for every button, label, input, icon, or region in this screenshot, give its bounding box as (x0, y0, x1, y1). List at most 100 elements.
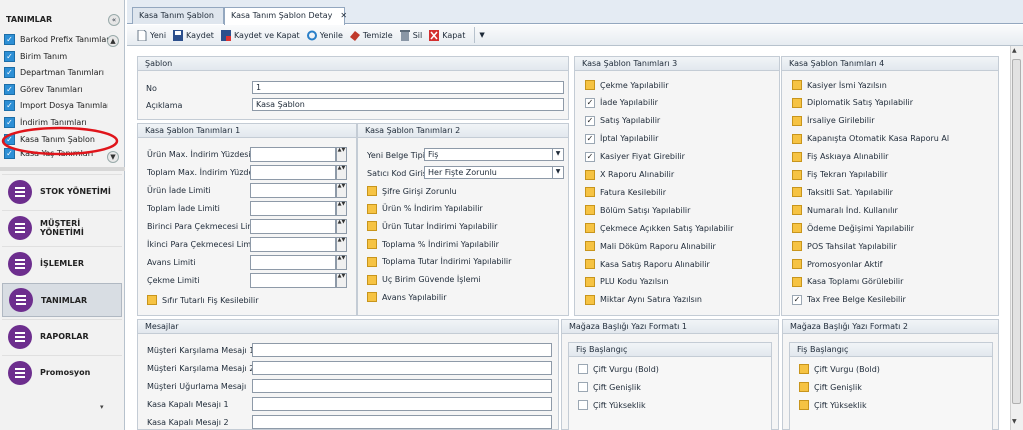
checkbox-item[interactable]: ✓ Kasiyer Fiyat Girebilir (585, 151, 685, 162)
spinner-icon[interactable]: ▲▼ (336, 201, 347, 216)
clear-button[interactable]: Temizle (349, 30, 393, 41)
spinner-icon[interactable]: ▲▼ (336, 273, 347, 288)
checkbox-item[interactable]: Toplama % İndirimi Yapılabilir (367, 239, 499, 250)
checkbox-item[interactable]: Ürün % İndirim Yapılabilir (367, 203, 483, 214)
sidebar-item-import[interactable]: ✓ Import Dosya Tanımları (4, 98, 108, 113)
scroll-up-icon[interactable]: ▲ (107, 35, 119, 47)
no-input[interactable]: 1 (252, 81, 564, 94)
checkbox-item[interactable]: Promosyonlar Aktif (792, 259, 882, 269)
refresh-button[interactable]: Yenile (306, 30, 343, 41)
checkbox-item[interactable]: ✓ İptal Yapılabilir (585, 133, 659, 144)
checkbox-item[interactable]: ✓ Satış Yapılabilir (585, 115, 660, 126)
doc-type-select[interactable]: Fiş ▼ (424, 148, 564, 161)
nav-tanimlar[interactable]: TANIMLAR (2, 283, 122, 317)
checkbox-item[interactable]: Toplama Tutar İndirimi Yapılabilir (367, 256, 511, 267)
save-button[interactable]: Kaydet (173, 29, 214, 41)
close-button[interactable]: Kapat (429, 29, 465, 41)
checkbox-item[interactable]: ✓ Tax Free Belge Kesilebilir (792, 294, 906, 305)
checkbox-item[interactable]: Ödeme Değişimi Yapılabilir (792, 223, 914, 234)
collapse-icon[interactable]: « (108, 14, 120, 26)
checkbox-item[interactable]: İrsaliye Girilebilir (792, 115, 874, 126)
chevron-down-icon[interactable]: ▼ (552, 149, 563, 160)
message-label: Kasa Kapalı Mesajı 1 (147, 400, 229, 409)
checkbox-item[interactable]: Çift Vurgu (Bold) (578, 364, 659, 374)
tab-kasa-tanim-sablon-detay[interactable]: Kasa Tanım Şablon Detay ✕ (224, 7, 347, 25)
checkbox-item[interactable]: Çekme Yapılabilir (585, 80, 669, 90)
checkbox-item[interactable]: Numaralı İnd. Kullanılır (792, 205, 898, 216)
checkbox-label: İptal Yapılabilir (600, 134, 659, 144)
message-input[interactable] (252, 415, 552, 429)
checkbox-item[interactable]: Ürün Tutar İndirimi Yapılabilir (367, 221, 497, 232)
seller-code-select[interactable]: Her Fişte Zorunlu ▼ (424, 166, 564, 179)
checkbox-item[interactable]: ✓ İade Yapılabilir (585, 97, 658, 108)
checkbox-item[interactable]: Uç Birim Güvende İşlemi (367, 274, 481, 285)
zero-amount-checkbox[interactable]: Sıfır Tutarlı Fiş Kesilebilir (147, 295, 259, 305)
checkbox-item[interactable]: Kasiyer İsmi Yazılsın (792, 80, 887, 90)
message-input[interactable] (252, 361, 552, 375)
sidebar-splitter[interactable] (0, 167, 125, 171)
nav-promosyon[interactable]: Promosyon (2, 355, 122, 389)
delete-button[interactable]: Sil (399, 29, 422, 41)
sidebar-item-gorev[interactable]: ✓ Görev Tanımları (4, 82, 108, 97)
checkbox-item[interactable]: Fiş Askıaya Alınabilir (792, 151, 888, 162)
nav-raporlar[interactable]: RAPORLAR (2, 319, 122, 353)
message-input[interactable] (252, 397, 552, 411)
checkbox-item[interactable]: Miktar Aynı Satıra Yazılsın (585, 294, 702, 305)
numeric-input[interactable] (250, 237, 336, 252)
checkbox-item[interactable]: Fatura Kesilebilir (585, 187, 666, 198)
checkbox-item[interactable]: Kasa Toplamı Görülebilir (792, 276, 903, 287)
spinner-icon[interactable]: ▲▼ (336, 219, 347, 234)
message-input[interactable] (252, 379, 552, 393)
spinner-icon[interactable]: ▲▼ (336, 165, 347, 180)
numeric-input[interactable] (250, 165, 336, 180)
checkbox-item[interactable]: X Raporu Alınabilir (585, 169, 674, 180)
chevron-down-icon[interactable]: ▼ (552, 167, 563, 178)
checkbox-item[interactable]: Şifre Girişi Zorunlu (367, 186, 457, 196)
spinner-icon[interactable]: ▲▼ (336, 183, 347, 198)
checkbox-box (799, 400, 809, 410)
checkbox-item[interactable]: PLU Kodu Yazılsın (585, 276, 669, 287)
numeric-input[interactable] (250, 255, 336, 270)
checkbox-item[interactable]: Diplomatik Satış Yapılabilir (792, 97, 913, 108)
checkbox-item[interactable]: Kasa Satış Raporu Alınabilir (585, 259, 710, 269)
chevron-down-icon[interactable]: ▾ (100, 403, 104, 411)
checkbox-item[interactable]: Çekmece Açıkken Satış Yapılabilir (585, 223, 733, 234)
spinner-icon[interactable]: ▲▼ (336, 237, 347, 252)
checkbox-item[interactable]: Çift Yükseklik (799, 400, 867, 410)
numeric-input[interactable] (250, 183, 336, 198)
checkbox-item[interactable]: Mali Döküm Raporu Alınabilir (585, 241, 716, 252)
sidebar-item-barkod[interactable]: ✓ Barkod Prefix Tanımları (4, 32, 108, 47)
checkbox-item[interactable]: Çift Genişlik (578, 382, 641, 392)
numeric-input[interactable] (250, 201, 336, 216)
scroll-up-icon[interactable]: ▲ (1012, 47, 1017, 54)
description-input[interactable]: Kasa Şablon (252, 98, 564, 111)
checkbox-item[interactable]: Fiş Tekrarı Yapılabilir (792, 169, 887, 180)
nav-islemler[interactable]: İŞLEMLER (2, 246, 122, 280)
message-input[interactable] (252, 343, 552, 357)
numeric-input[interactable] (250, 219, 336, 234)
new-button[interactable]: Yeni (137, 29, 166, 41)
save-close-button[interactable]: Kaydet ve Kapat (220, 29, 300, 41)
sidebar-item-birim[interactable]: ✓ Birim Tanım (4, 49, 108, 64)
checkbox-item[interactable]: POS Tahsilat Yapılabilir (792, 241, 897, 252)
close-icon[interactable]: ✕ (340, 11, 347, 20)
sidebar-item-departman[interactable]: ✓ Departman Tanımları (4, 65, 108, 80)
checkbox-item[interactable]: Bölüm Satışı Yapılabilir (585, 205, 690, 216)
spinner-icon[interactable]: ▲▼ (336, 147, 347, 162)
checkbox-item[interactable]: Avans Yapılabilir (367, 292, 447, 303)
spinner-icon[interactable]: ▲▼ (336, 255, 347, 270)
checkbox-item[interactable]: Çift Vurgu (Bold) (799, 364, 880, 374)
nav-stok[interactable]: STOK YÖNETİMİ (2, 174, 122, 208)
dropdown-arrow-icon[interactable]: ▼ (479, 31, 484, 39)
checkbox-item[interactable]: Çift Genişlik (799, 382, 862, 392)
checkbox-item[interactable]: Kapanışta Otomatik Kasa Raporu Al (792, 133, 949, 144)
check-icon: ✓ (4, 67, 15, 78)
nav-musteri[interactable]: MÜŞTERİ YÖNETİMİ (2, 210, 122, 244)
tab-kasa-tanim-sablon[interactable]: Kasa Tanım Şablon (132, 7, 224, 24)
checkbox-item[interactable]: Taksitli Sat. Yapılabilir (792, 187, 893, 198)
numeric-input[interactable] (250, 147, 336, 162)
scroll-down-icon[interactable]: ▼ (1012, 418, 1017, 425)
numeric-input[interactable] (250, 273, 336, 288)
scrollbar-thumb[interactable] (1012, 59, 1021, 404)
checkbox-item[interactable]: Çift Yükseklik (578, 400, 646, 410)
